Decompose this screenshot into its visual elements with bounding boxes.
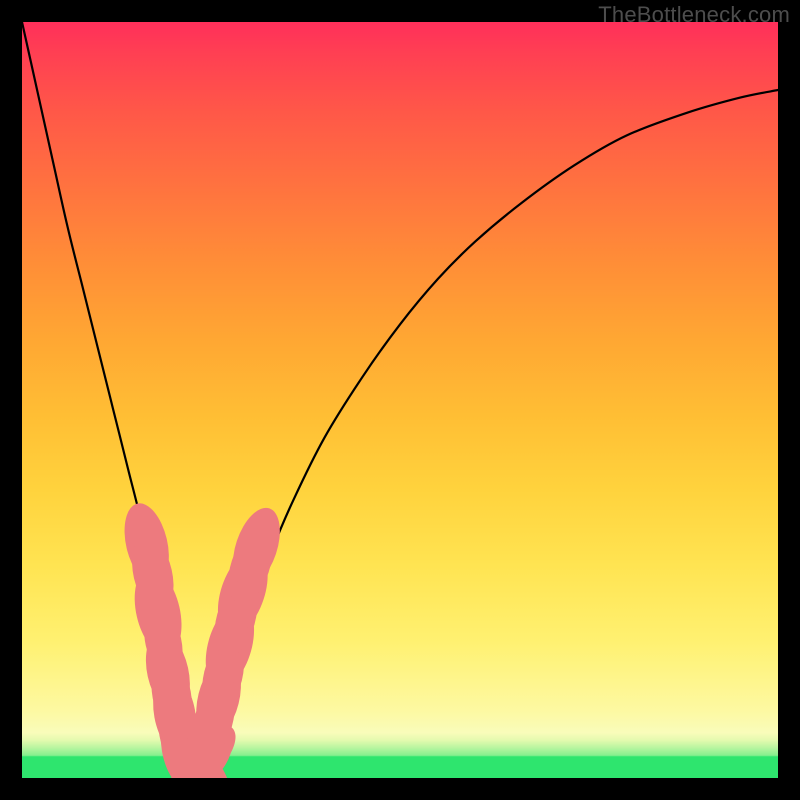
curve-layer: [22, 22, 778, 778]
bottleneck-curve: [22, 22, 778, 772]
plot-area: [22, 22, 778, 778]
watermark-text: TheBottleneck.com: [598, 2, 790, 28]
highlight-beads: [117, 499, 289, 778]
chart-frame: TheBottleneck.com: [0, 0, 800, 800]
